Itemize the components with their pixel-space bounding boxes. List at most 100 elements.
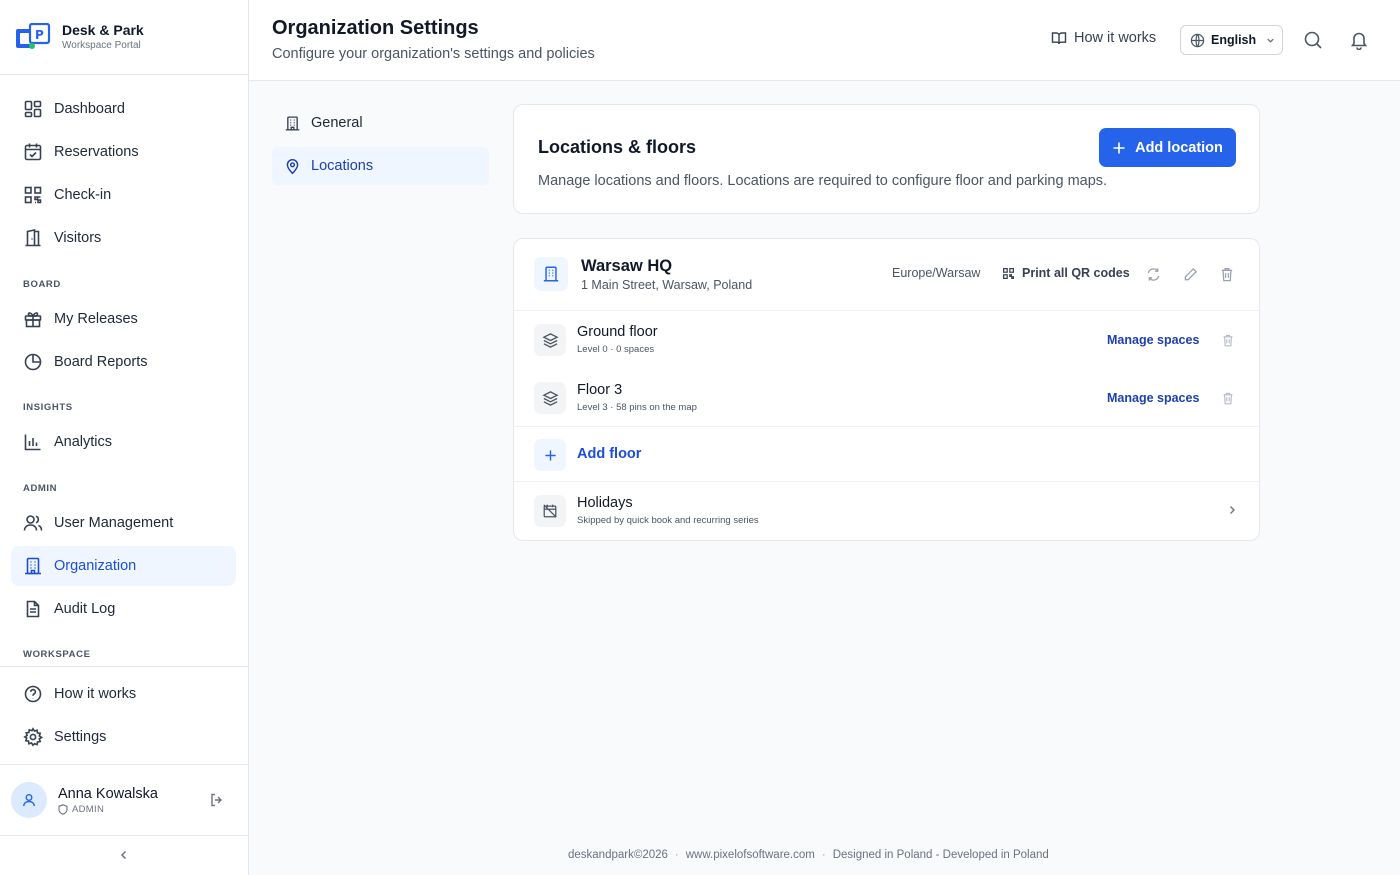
trash-icon[interactable] bbox=[1222, 392, 1234, 405]
sidebar-item-label: Settings bbox=[54, 729, 107, 745]
section-workspace: WORKSPACE bbox=[23, 649, 91, 660]
footer-separator: · bbox=[821, 849, 826, 861]
trash-icon[interactable] bbox=[1222, 334, 1234, 347]
refresh-icon[interactable] bbox=[1146, 267, 1161, 282]
user-profile[interactable]: Anna Kowalska ADMIN bbox=[11, 782, 239, 818]
locations-card-description: Manage locations and floors. Locations a… bbox=[538, 173, 1108, 189]
subnav-locations[interactable]: Locations bbox=[272, 147, 489, 185]
floor-meta: Level 3 · 58 pins on the map bbox=[577, 402, 697, 413]
sidebar-item-label: Analytics bbox=[54, 434, 113, 450]
avatar bbox=[11, 782, 47, 818]
footer-separator: · bbox=[674, 849, 679, 861]
floor-row: Ground floor Level 0 · 0 spaces Manage s… bbox=[514, 311, 1259, 369]
location-timezone: Europe/Warsaw bbox=[892, 266, 981, 280]
logout-icon[interactable] bbox=[209, 792, 225, 808]
sidebar-item-dashboard[interactable]: Dashboard bbox=[11, 89, 236, 129]
sidebar-divider bbox=[0, 764, 249, 765]
sidebar-item-label: Board Reports bbox=[54, 354, 148, 370]
svg-text:P: P bbox=[35, 28, 44, 42]
page-title: Organization Settings bbox=[272, 17, 479, 39]
building-icon bbox=[543, 266, 559, 282]
plus-icon bbox=[1113, 142, 1125, 153]
sidebar-item-analytics[interactable]: Analytics bbox=[11, 422, 236, 462]
sidebar-item-label: Visitors bbox=[54, 230, 102, 246]
subnav-general[interactable]: General bbox=[272, 104, 489, 142]
user-icon bbox=[23, 794, 35, 807]
holidays-row[interactable]: Holidays Skipped by quick book and recur… bbox=[514, 482, 1259, 540]
brand[interactable]: P Desk & Park Workspace Portal bbox=[0, 0, 248, 75]
locations-card-title: Locations & floors bbox=[538, 137, 697, 157]
user-role: ADMIN bbox=[58, 804, 158, 815]
sidebar-item-label: My Releases bbox=[54, 311, 138, 327]
footer-tagline: Designed in Poland - Developed in Poland bbox=[832, 849, 1049, 861]
page-header: Organization Settings Configure your org… bbox=[249, 0, 1400, 81]
how-it-works-link[interactable]: How it works bbox=[1051, 30, 1156, 46]
footer-website-link[interactable]: www.pixelofsoftware.com bbox=[686, 849, 815, 861]
map-pin-icon bbox=[286, 158, 299, 174]
footer: deskandpark©2026 · www.pixelofsoftware.c… bbox=[568, 849, 1049, 861]
manage-spaces-link[interactable]: Manage spaces bbox=[1107, 391, 1199, 405]
calendar-off-icon bbox=[543, 504, 557, 518]
print-qr-codes-button[interactable]: Print all QR codes bbox=[1002, 266, 1130, 280]
document-icon bbox=[26, 600, 40, 618]
sidebar-item-check-in[interactable]: Check-in bbox=[11, 175, 236, 215]
add-location-label: Add location bbox=[1135, 139, 1223, 156]
language-label: English bbox=[1211, 33, 1257, 47]
floor-icon-tile bbox=[534, 324, 566, 356]
desk-and-park-logo-icon: P bbox=[16, 23, 51, 49]
shield-icon bbox=[58, 803, 68, 815]
sidebar-item-how-it-works[interactable]: How it works bbox=[11, 674, 236, 714]
section-insights: INSIGHTS bbox=[23, 402, 73, 413]
brand-name: Desk & Park bbox=[62, 22, 144, 38]
language-select[interactable]: English bbox=[1180, 25, 1283, 55]
bell-icon[interactable] bbox=[1349, 30, 1369, 50]
location-header-row: Warsaw HQ 1 Main Street, Warsaw, Poland … bbox=[514, 239, 1259, 311]
sidebar-item-audit-log[interactable]: Audit Log bbox=[11, 589, 236, 629]
floor-name: Floor 3 bbox=[577, 382, 623, 398]
layers-icon bbox=[541, 332, 559, 348]
sidebar-divider bbox=[0, 835, 249, 836]
sidebar-item-label: User Management bbox=[54, 515, 174, 531]
add-floor-button[interactable]: Add floor bbox=[577, 446, 641, 462]
sidebar-item-label: Organization bbox=[54, 558, 137, 574]
holidays-title: Holidays bbox=[577, 495, 633, 511]
door-icon bbox=[25, 229, 41, 247]
sidebar: P Desk & Park Workspace Portal Dashboard… bbox=[0, 0, 249, 875]
user-name: Anna Kowalska bbox=[58, 785, 158, 802]
holidays-subtitle: Skipped by quick book and recurring seri… bbox=[577, 515, 759, 526]
holidays-icon-tile bbox=[534, 495, 566, 527]
chevron-right-icon[interactable] bbox=[1226, 504, 1238, 516]
sidebar-item-reservations[interactable]: Reservations bbox=[11, 132, 236, 172]
sidebar-item-board-reports[interactable]: Board Reports bbox=[11, 342, 236, 382]
sidebar-item-user-management[interactable]: User Management bbox=[11, 503, 236, 543]
sidebar-item-label: Check-in bbox=[54, 187, 112, 203]
search-icon[interactable] bbox=[1303, 30, 1323, 50]
trash-icon[interactable] bbox=[1220, 267, 1234, 282]
edit-icon[interactable] bbox=[1183, 267, 1198, 282]
section-admin: ADMIN bbox=[23, 483, 58, 494]
sidebar-item-visitors[interactable]: Visitors bbox=[11, 218, 236, 258]
gift-icon bbox=[24, 312, 42, 328]
calendar-check-icon bbox=[24, 143, 42, 161]
sidebar-item-label: Audit Log bbox=[54, 601, 116, 617]
section-board: BOARD bbox=[23, 279, 61, 290]
sidebar-item-my-releases[interactable]: My Releases bbox=[11, 299, 236, 339]
how-it-works-label: How it works bbox=[1074, 30, 1157, 46]
book-open-icon bbox=[1051, 32, 1067, 45]
gear-icon bbox=[23, 727, 43, 747]
sidebar-item-label: How it works bbox=[54, 686, 137, 702]
sidebar-item-label: Dashboard bbox=[54, 101, 125, 117]
sidebar-item-label: Reservations bbox=[54, 144, 139, 160]
sidebar-item-settings[interactable]: Settings bbox=[11, 717, 236, 757]
sidebar-item-organization[interactable]: Organization bbox=[11, 546, 236, 586]
collapse-sidebar-icon[interactable] bbox=[117, 848, 131, 862]
footer-copyright: deskandpark©2026 bbox=[568, 849, 668, 861]
manage-spaces-link[interactable]: Manage spaces bbox=[1107, 333, 1199, 347]
add-floor-row[interactable]: Add floor bbox=[514, 427, 1259, 482]
add-location-button[interactable]: Add location bbox=[1099, 128, 1236, 167]
help-circle-icon bbox=[24, 685, 42, 703]
add-floor-icon-tile bbox=[534, 439, 566, 471]
qr-code-icon bbox=[24, 186, 42, 204]
floor-row: Floor 3 Level 3 · 58 pins on the map Man… bbox=[514, 369, 1259, 427]
brand-subtitle: Workspace Portal bbox=[62, 40, 141, 51]
